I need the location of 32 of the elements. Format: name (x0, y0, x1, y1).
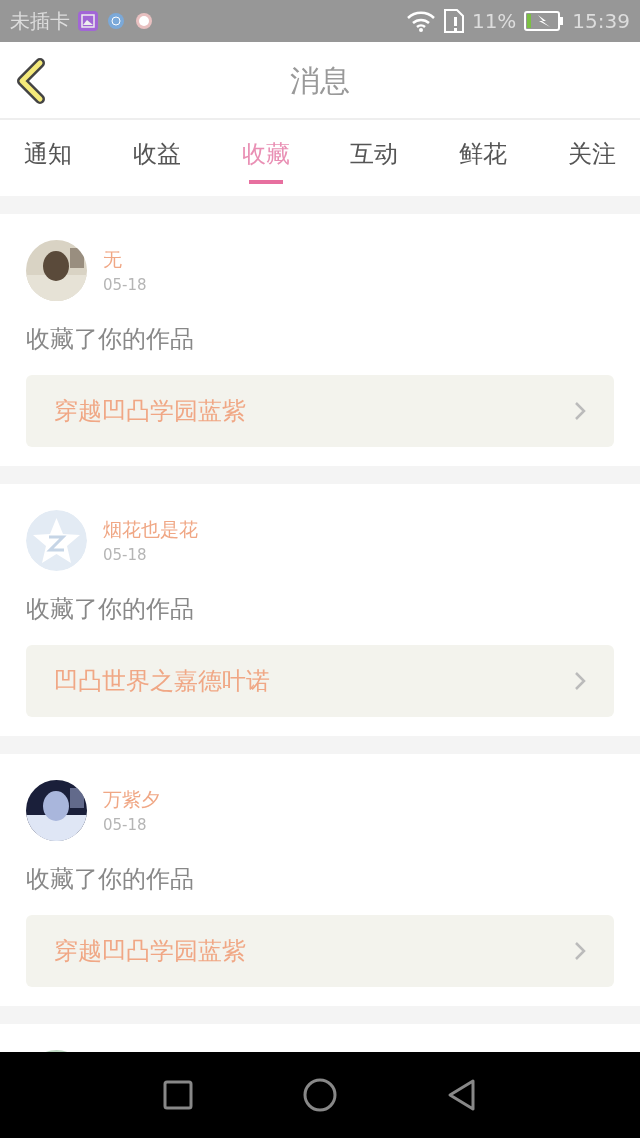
chevron-right-icon (574, 401, 586, 421)
gallery-icon (78, 11, 98, 31)
user-name: 万紫夕 (103, 787, 160, 812)
tab[interactable]: 通知 (24, 120, 72, 196)
chevron-right-icon (574, 671, 586, 691)
back-button[interactable] (14, 58, 48, 104)
message-text: 收藏了你的作品 (26, 594, 195, 625)
clock-time: 15:39 (572, 8, 630, 35)
wifi-icon (405, 10, 436, 32)
app-icon (106, 11, 126, 31)
back-icon (447, 1078, 477, 1112)
message-date: 05-18 (103, 814, 148, 836)
tab[interactable]: 互动 (350, 120, 399, 196)
tab[interactable]: 鲜花 (459, 120, 508, 196)
user-name: 烟花也是花 (103, 517, 198, 542)
message-text: 收藏了你的作品 (26, 324, 195, 355)
tab[interactable]: 关注 (568, 120, 616, 196)
battery-percent: 11% (471, 8, 517, 35)
message-date: 05-18 (103, 274, 147, 296)
tab[interactable]: 收益 (132, 120, 181, 196)
user-name: 无 (103, 247, 123, 272)
chevron-right-icon (574, 941, 586, 961)
home-icon (303, 1078, 337, 1112)
message-date: 05-18 (103, 544, 148, 566)
recent-apps-icon (163, 1080, 193, 1110)
star-avatar-icon (26, 510, 87, 571)
app-icon (134, 11, 154, 31)
sim-alert-icon (443, 9, 464, 33)
carrier-text: 未插卡 (10, 8, 70, 35)
battery-icon (524, 10, 565, 32)
message-text: 收藏了你的作品 (26, 864, 195, 895)
page-title: 消息 (290, 61, 350, 100)
